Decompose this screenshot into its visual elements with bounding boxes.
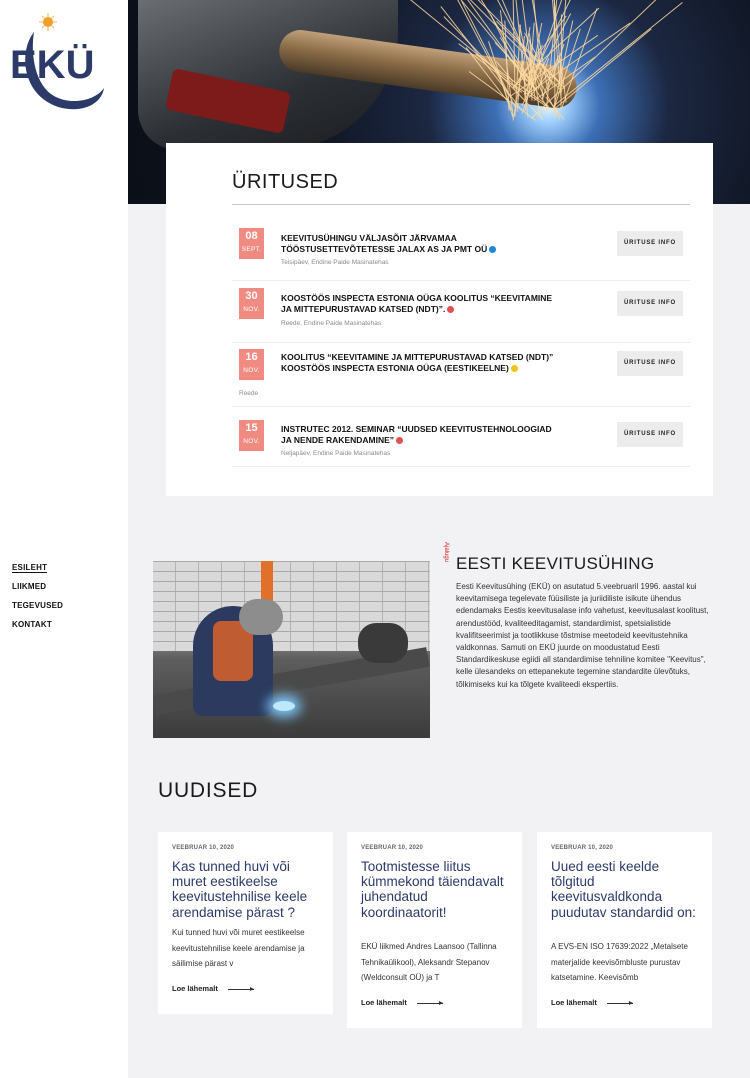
- nav-item-esileht[interactable]: ESILEHT: [12, 562, 63, 581]
- event-status-dot: [396, 437, 404, 445]
- news-card: VEEBRUAR 10, 2020 Kas tunned huvi või mu…: [158, 832, 333, 1014]
- news-card: VEEBRUAR 10, 2020 Tootmistesse liitus kü…: [347, 832, 522, 1028]
- event-date-badge: 16 NOV.: [239, 349, 264, 380]
- svg-text:EKÜ: EKÜ: [10, 42, 94, 87]
- news-title[interactable]: Kas tunned huvi või muret eestikeelse ke…: [172, 859, 324, 920]
- read-more-link[interactable]: Loe lähemalt: [172, 984, 254, 993]
- arrow-right-icon: [227, 986, 254, 991]
- event-item: 16 NOV. KOOLITUS “KEEVITAMINE JA MITTEPUR…: [232, 343, 690, 407]
- news-heading: UUDISED: [158, 779, 259, 802]
- eku-logo[interactable]: EKÜ: [10, 12, 116, 114]
- event-meta: Teisipäev, Endine Paide Masinatehas: [281, 259, 389, 266]
- sidebar: EKÜ ESILEHT LIIKMED TEGEVUSED KONTAKT: [0, 0, 128, 1078]
- news-card: VEEBRUAR 10, 2020 Uued eesti keelde tõlg…: [537, 832, 712, 1028]
- news-date: VEEBRUAR 10, 2020: [172, 845, 235, 851]
- news-excerpt: EKÜ liikmed Andres Laansoo (Tallinna Teh…: [361, 942, 497, 983]
- events-section: ÜRITUSED 08 SEPT. KEEVITUSÜHINGU VÄLJASÕI…: [166, 143, 713, 496]
- nav-item-tegevused[interactable]: TEGEVUSED: [12, 600, 63, 619]
- event-item: 08 SEPT. KEEVITUSÜHINGU VÄLJASÕIT JÄRVAMA…: [232, 221, 690, 281]
- about-title: EESTI KEEVITUSÜHING: [456, 554, 655, 573]
- event-status-dot: [489, 246, 497, 254]
- event-item: 15 NOV. INSTRUTEC 2012. SEMINAR “UUDSED K…: [232, 409, 690, 467]
- event-status-dot: [510, 365, 518, 373]
- events-divider: [232, 204, 690, 205]
- about-text: Eesti Keevitusühing (EKÜ) on asutatud 5.…: [456, 582, 709, 689]
- event-info-button[interactable]: ÜRITUSE INFO: [617, 291, 683, 316]
- event-title[interactable]: KEEVITUSÜHINGU VÄLJASÕIT JÄRVAMAA TÖÖSTU…: [281, 233, 561, 255]
- event-status-dot: [447, 306, 455, 314]
- news-date: VEEBRUAR 10, 2020: [551, 845, 614, 851]
- arrow-right-icon: [416, 1000, 443, 1005]
- nav-item-kontakt[interactable]: KONTAKT: [12, 619, 63, 638]
- arrow-right-icon: [606, 1000, 633, 1005]
- read-more-link[interactable]: Loe lähemalt: [361, 998, 443, 1007]
- history-side-label[interactable]: Ajalugu: [443, 542, 449, 562]
- event-item: 30 NOV. KOOSTÖÖS INSPECTA ESTONIA OÜGA KO…: [232, 283, 690, 343]
- event-date-badge: 08 SEPT.: [239, 228, 264, 259]
- event-info-button[interactable]: ÜRITUSE INFO: [617, 231, 683, 256]
- event-meta: Neljapäev, Endine Paide Masinatehas: [281, 450, 391, 457]
- news-excerpt: A EVS-EN ISO 17639:2022 „Metalsete mater…: [551, 942, 688, 983]
- event-date-badge: 30 NOV.: [239, 288, 264, 319]
- news-title[interactable]: Tootmistesse liitus kümmekond täiendaval…: [361, 859, 513, 920]
- news-excerpt: Kui tunned huvi või muret eestikeelse ke…: [172, 928, 305, 969]
- event-title[interactable]: KOOLITUS “KEEVITAMINE JA MITTEPURUSTAVAD…: [281, 352, 561, 374]
- news-title[interactable]: Uued eesti keelde tõlgitud keevitusvaldk…: [551, 859, 703, 920]
- main-nav: ESILEHT LIIKMED TEGEVUSED KONTAKT: [12, 562, 63, 638]
- news-date: VEEBRUAR 10, 2020: [361, 845, 424, 851]
- event-meta: Reede, Endine Paide Masinatehas: [281, 320, 382, 327]
- event-title[interactable]: INSTRUTEC 2012. SEMINAR “UUDSED KEEVITUS…: [281, 424, 561, 446]
- event-date-badge: 15 NOV.: [239, 420, 264, 451]
- events-heading: ÜRITUSED: [232, 171, 339, 193]
- event-meta: Reede: [239, 390, 259, 397]
- event-info-button[interactable]: ÜRITUSE INFO: [617, 351, 683, 376]
- event-title[interactable]: KOOSTÖÖS INSPECTA ESTONIA OÜGA KOOLITUS …: [281, 293, 561, 315]
- nav-item-liikmed[interactable]: LIIKMED: [12, 581, 63, 600]
- event-info-button[interactable]: ÜRITUSE INFO: [617, 422, 683, 447]
- read-more-link[interactable]: Loe lähemalt: [551, 998, 633, 1007]
- welder-photo: [153, 561, 430, 738]
